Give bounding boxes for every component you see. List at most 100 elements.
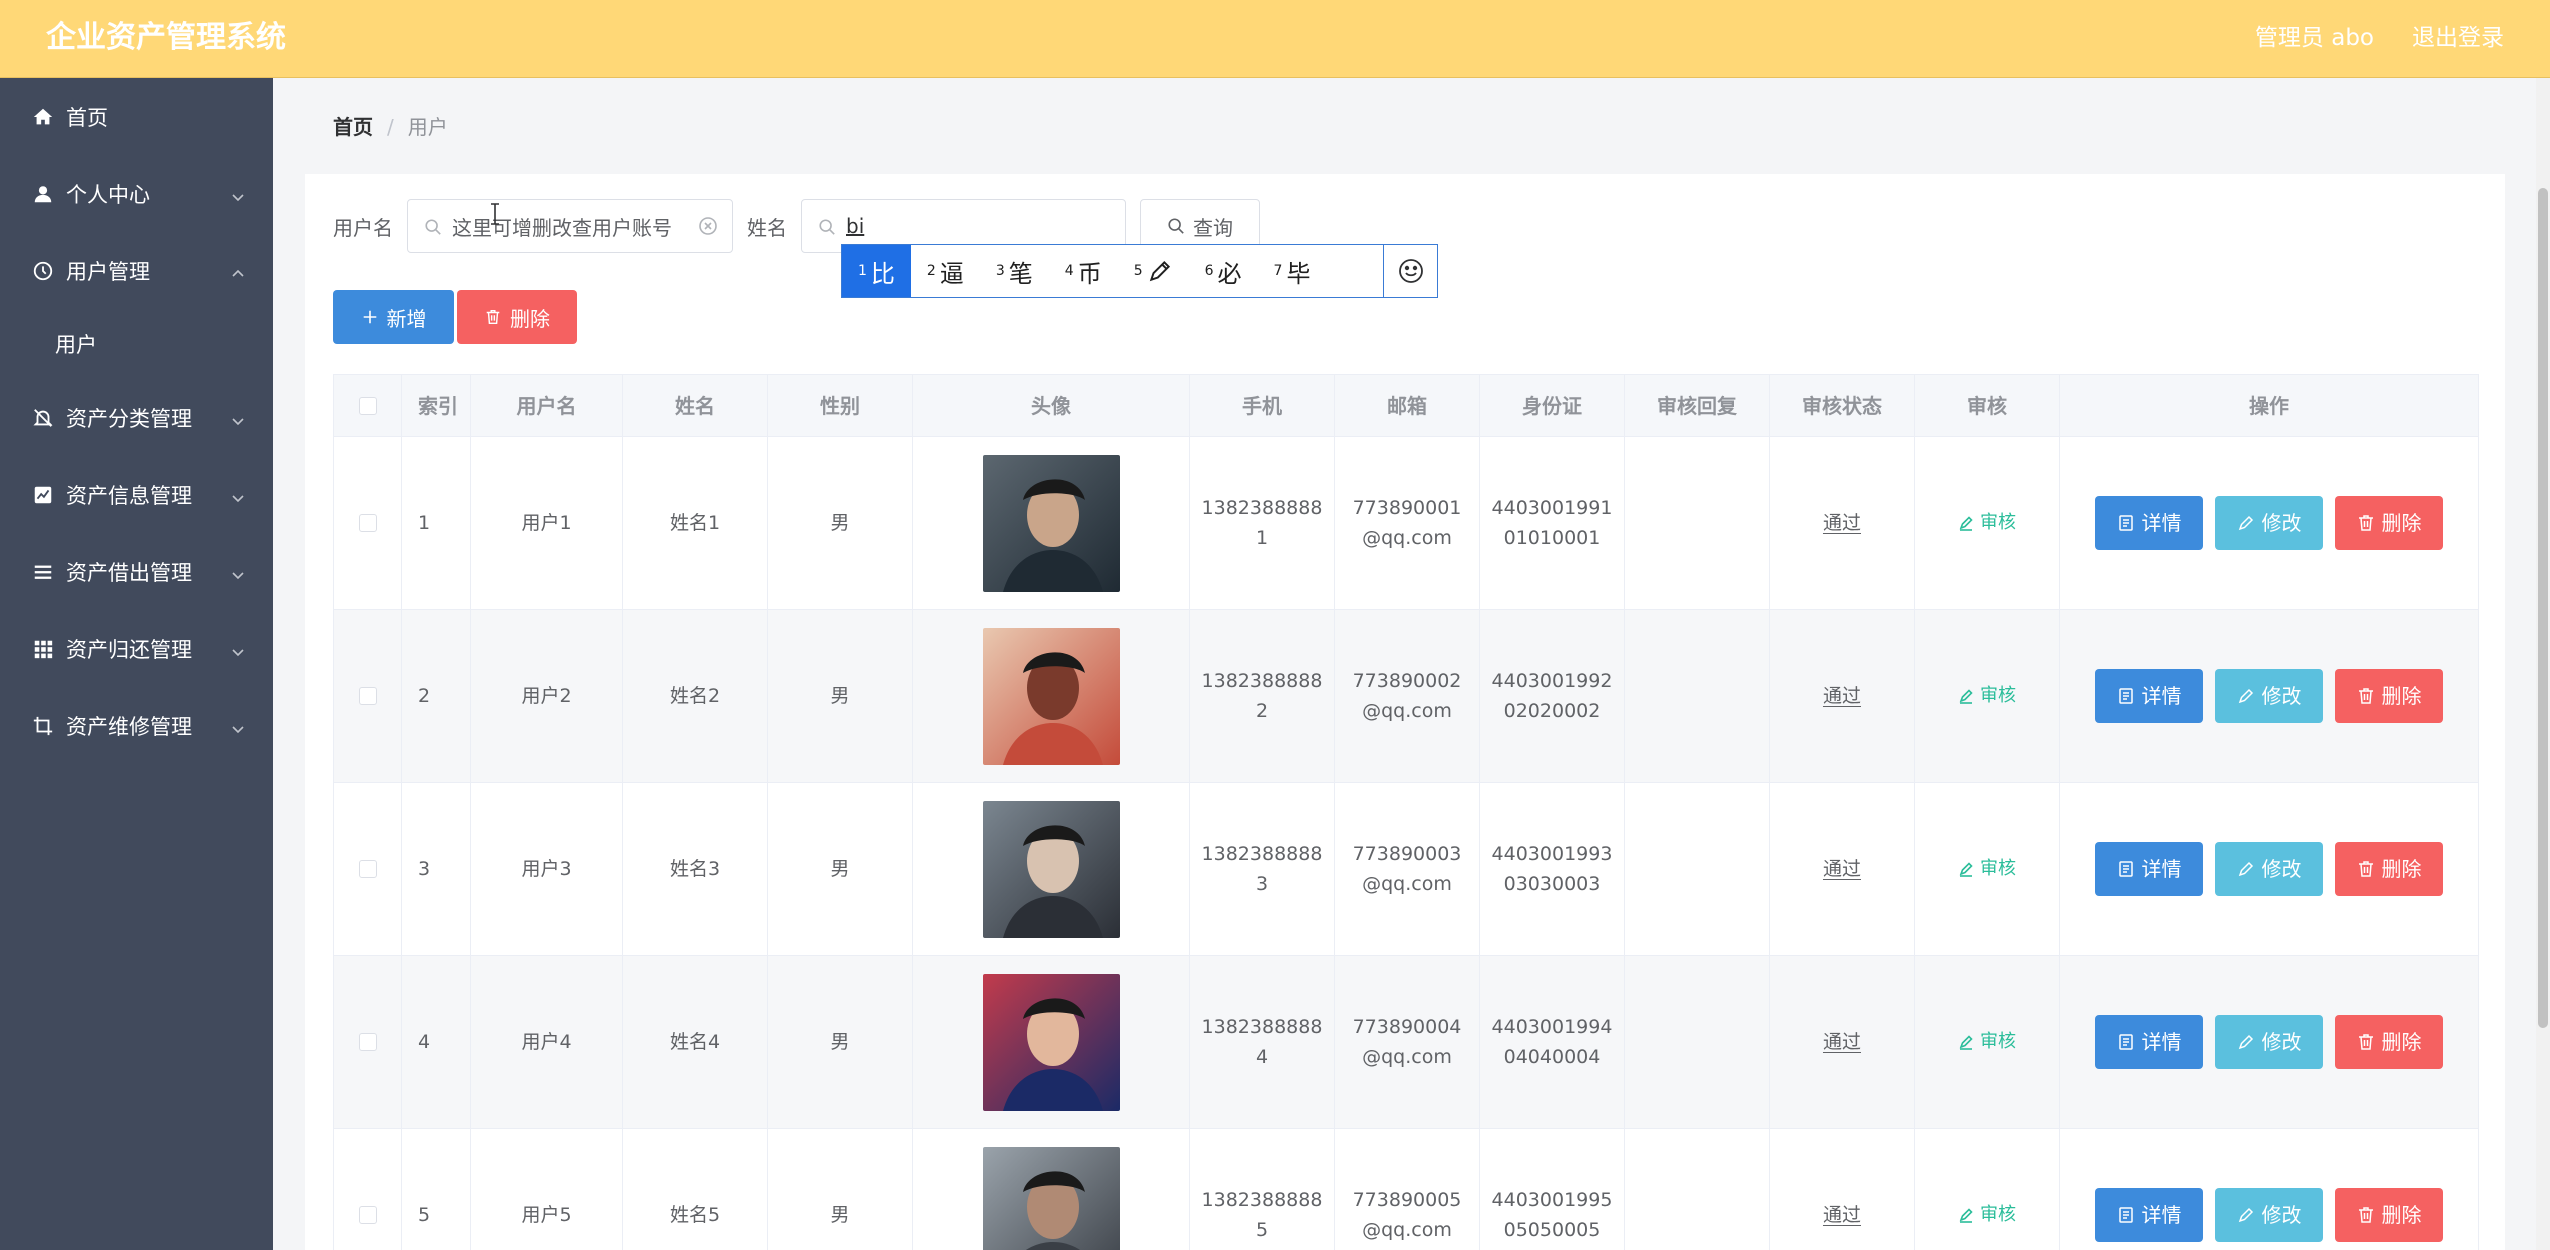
edit-button[interactable]: 修改: [2215, 496, 2323, 550]
table-header-cell: 姓名: [623, 375, 768, 436]
audit-link[interactable]: 审核: [1958, 508, 2016, 538]
row-select-cell[interactable]: [334, 610, 402, 782]
chevron-down-icon: [231, 185, 245, 202]
table-row: 2 用户2 姓名2 男 1382388888 2 773890002 @qq.com 440…: [334, 610, 2478, 783]
operations-cell: 详情 修改 删除: [2060, 610, 2478, 782]
audit-link[interactable]: 审核: [1958, 1027, 2016, 1057]
audit-link[interactable]: 审核: [1958, 854, 2016, 884]
sidebar-item-user-management[interactable]: 用户管理: [0, 232, 273, 309]
batch-delete-button[interactable]: 删除: [457, 290, 577, 344]
avatar[interactable]: [982, 973, 1120, 1111]
edit-button-label: 修改: [2261, 1203, 2302, 1227]
name-cell: 姓名2: [623, 610, 768, 782]
emoji-icon[interactable]: [1383, 245, 1437, 297]
sidebar-subitem-label: 用户: [55, 333, 97, 357]
row-actions: 详情 修改 删除: [2095, 842, 2443, 896]
avatar[interactable]: [982, 627, 1120, 765]
sidebar-item-asset-info[interactable]: 资产信息管理: [0, 456, 273, 533]
row-select-cell[interactable]: [334, 783, 402, 955]
table-row: 4 用户4 姓名4 男 1382388888 4 773890004 @qq.com 440…: [334, 956, 2478, 1129]
detail-button-label: 详情: [2141, 684, 2182, 708]
row-checkbox[interactable]: [358, 514, 377, 532]
delete-button[interactable]: 删除: [2335, 496, 2443, 550]
username-cell: 用户3: [471, 783, 623, 955]
ime-candidate[interactable]: 6必: [1189, 245, 1258, 297]
trash-icon: [2358, 1207, 2373, 1223]
sidebar-item-asset-return[interactable]: 资产归还管理: [0, 610, 273, 687]
email-cell: 773890001 @qq.com: [1335, 437, 1480, 609]
audit-reply-cell: [1625, 1129, 1770, 1250]
clear-icon[interactable]: [698, 216, 718, 236]
audit-link[interactable]: 审核: [1958, 1200, 2016, 1230]
edit-button[interactable]: 修改: [2215, 1188, 2323, 1242]
add-button[interactable]: 新增: [333, 290, 454, 344]
logout-link[interactable]: 退出登录: [2412, 20, 2504, 56]
row-actions: 详情 修改 删除: [2095, 1015, 2443, 1069]
delete-button[interactable]: 删除: [2335, 1015, 2443, 1069]
search-button-label: 查询: [1193, 215, 1233, 240]
username-cell: 用户2: [471, 610, 623, 782]
delete-button-label: 删除: [2381, 511, 2422, 535]
breadcrumb-home[interactable]: 首页: [333, 112, 373, 142]
gender-cell: 男: [768, 956, 913, 1128]
detail-button[interactable]: 详情: [2095, 842, 2203, 896]
row-checkbox[interactable]: [358, 687, 377, 705]
row-checkbox[interactable]: [358, 860, 377, 878]
sidebar: 首页 个人中心 用户管理 用户 资产分类管理 资产信息管理 资产借出管理 资产归…: [0, 78, 273, 1250]
name-cell: 姓名3: [623, 783, 768, 955]
app-title: 企业资产管理系统: [46, 20, 286, 55]
edit-button-label: 修改: [2261, 684, 2302, 708]
edit-button[interactable]: 修改: [2215, 842, 2323, 896]
page-scrollbar[interactable]: [2536, 78, 2550, 1250]
detail-button[interactable]: 详情: [2095, 496, 2203, 550]
table-row: 5 用户5 姓名5 男 1382388888 5 773890005 @qq.com 440…: [334, 1129, 2478, 1250]
row-select-cell[interactable]: [334, 437, 402, 609]
edit-button[interactable]: 修改: [2215, 669, 2323, 723]
edit-button[interactable]: 修改: [2215, 1015, 2323, 1069]
select-all-checkbox[interactable]: [358, 396, 377, 415]
detail-button[interactable]: 详情: [2095, 1188, 2203, 1242]
avatar[interactable]: [982, 800, 1120, 938]
audit-link[interactable]: 审核: [1958, 681, 2016, 711]
sidebar-item-asset-repair[interactable]: 资产维修管理: [0, 687, 273, 764]
status-badge: 通过: [1822, 858, 1861, 880]
sidebar-subitem-user[interactable]: 用户: [0, 309, 273, 379]
header-select-all[interactable]: [334, 375, 402, 436]
row-select-cell[interactable]: [334, 1129, 402, 1250]
scrollbar-thumb[interactable]: [2538, 188, 2548, 1028]
avatar[interactable]: [982, 454, 1120, 592]
ime-candidate[interactable]: 7毕: [1258, 245, 1327, 297]
avatar[interactable]: [982, 1146, 1120, 1250]
gender-cell: 男: [768, 1129, 913, 1250]
username-search-input[interactable]: 这里可增删改查用户账号: [407, 199, 733, 253]
avatar-cell: [913, 956, 1190, 1128]
ime-candidate[interactable]: 4币: [1049, 245, 1118, 297]
delete-button[interactable]: 删除: [2335, 842, 2443, 896]
sidebar-item-home[interactable]: 首页: [0, 78, 273, 155]
delete-button[interactable]: 删除: [2335, 669, 2443, 723]
delete-button[interactable]: 删除: [2335, 1188, 2443, 1242]
ime-candidate[interactable]: 5: [1118, 245, 1189, 297]
ime-candidate[interactable]: 2逼: [911, 245, 980, 297]
row-actions: 详情 修改 删除: [2095, 669, 2443, 723]
top-header: 企业资产管理系统 管理员 abo 退出登录: [0, 0, 2550, 78]
ime-candidate[interactable]: 1比: [842, 245, 911, 297]
chevron-down-icon: [231, 563, 245, 580]
row-select-cell[interactable]: [334, 956, 402, 1128]
operations-cell: 详情 修改 删除: [2060, 437, 2478, 609]
sidebar-item-asset-lend[interactable]: 资产借出管理: [0, 533, 273, 610]
name-search-value: bi: [846, 214, 865, 238]
current-user[interactable]: 管理员 abo: [2255, 20, 2374, 56]
row-checkbox[interactable]: [358, 1206, 377, 1224]
action-toolbar: 新增 删除: [333, 290, 577, 344]
sidebar-item-profile[interactable]: 个人中心: [0, 155, 273, 232]
sidebar-item-asset-category[interactable]: 资产分类管理: [0, 379, 273, 456]
index-cell: 4: [402, 956, 471, 1128]
row-checkbox[interactable]: [358, 1033, 377, 1051]
avatar-cell: [913, 783, 1190, 955]
trash-icon: [2358, 1034, 2373, 1050]
detail-button[interactable]: 详情: [2095, 669, 2203, 723]
index-cell: 1: [402, 437, 471, 609]
ime-candidate[interactable]: 3笔: [980, 245, 1049, 297]
detail-button[interactable]: 详情: [2095, 1015, 2203, 1069]
